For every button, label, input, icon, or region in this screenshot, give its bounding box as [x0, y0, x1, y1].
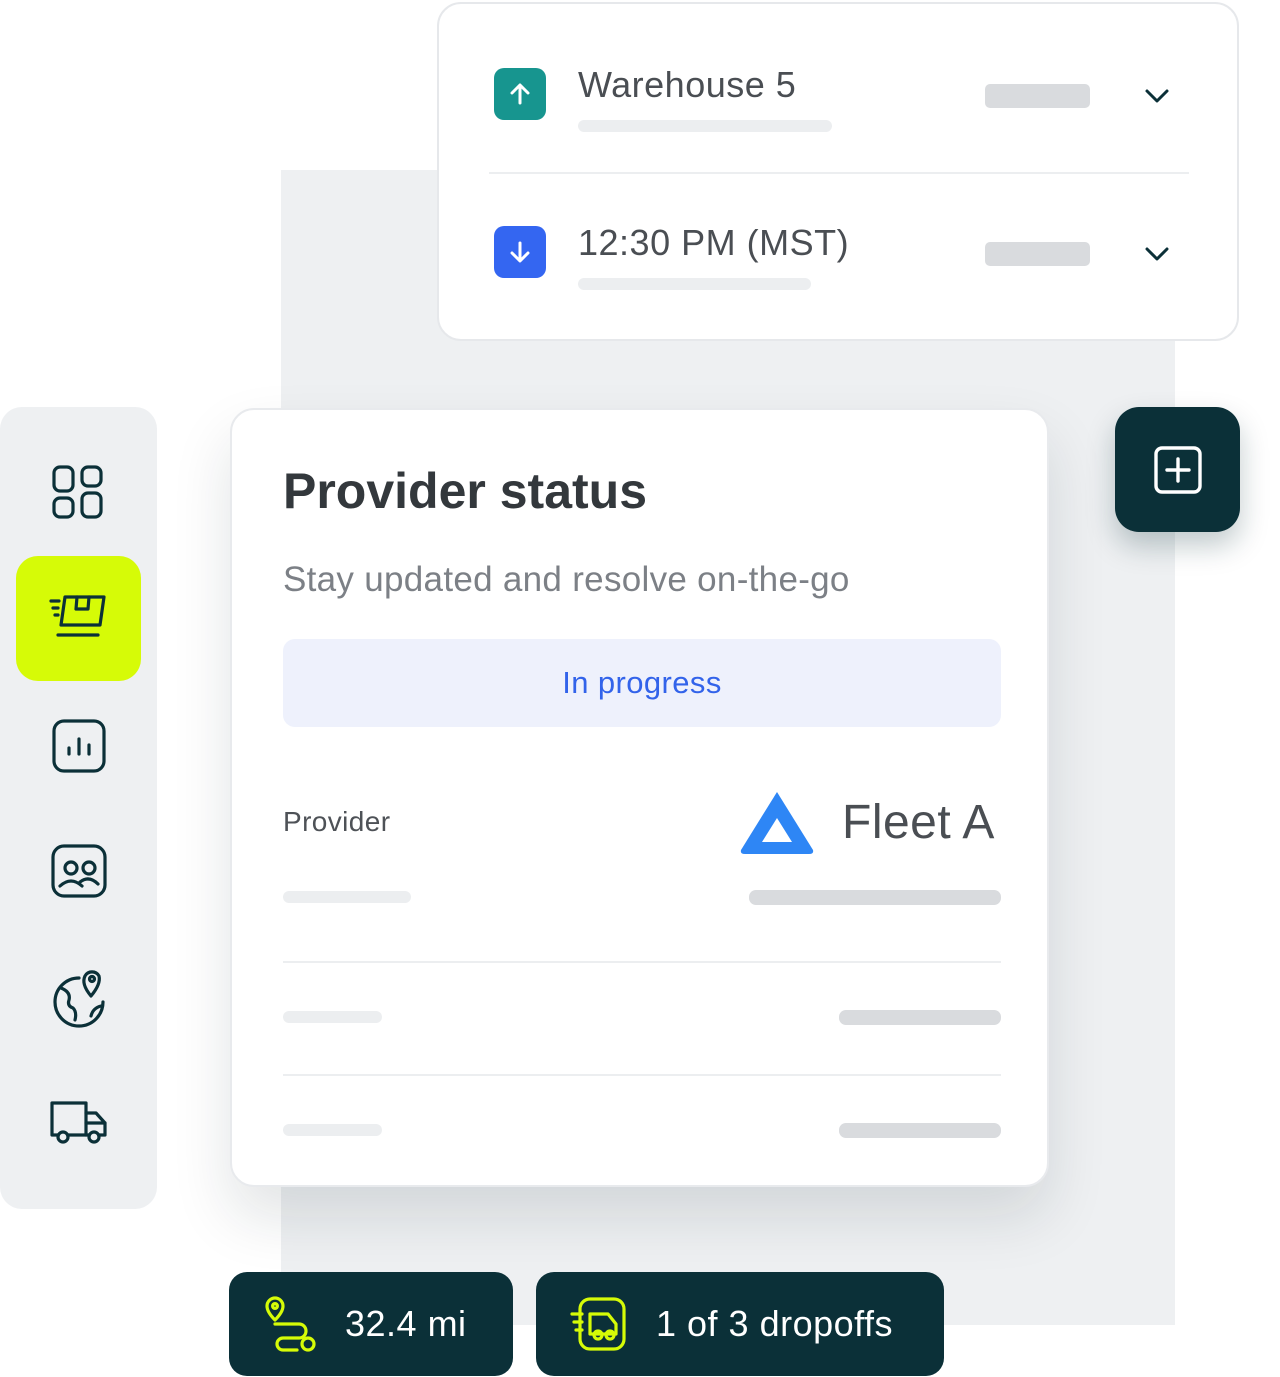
divider [283, 961, 1001, 963]
detail-value-placeholder [749, 890, 1001, 905]
sidebar-item-fleet[interactable] [16, 1059, 141, 1184]
distance-value: 32.4 mi [345, 1303, 467, 1344]
people-icon [50, 843, 107, 898]
status-badge: In progress [283, 639, 1001, 727]
dropoffs-value: 1 of 3 dropoffs [656, 1303, 893, 1344]
dropoffs-chip: 1 of 3 dropoffs [536, 1272, 944, 1376]
sidebar-item-drivers[interactable] [16, 808, 141, 933]
route-icon [265, 1296, 316, 1352]
detail-label-placeholder [283, 1011, 382, 1023]
card-title: Provider status [283, 463, 648, 519]
add-button[interactable] [1115, 407, 1240, 532]
dropoff-value-placeholder [985, 242, 1090, 266]
provider-label: Provider [283, 806, 391, 837]
stop-row-pickup[interactable]: Warehouse 5 [439, 46, 1237, 146]
chevron-down-icon[interactable] [1142, 84, 1172, 108]
dropoff-title: 12:30 PM (MST) [578, 222, 850, 263]
arrow-up-icon [494, 68, 546, 120]
delivery-truck-icon [570, 1297, 626, 1351]
dropoff-subtext-placeholder [578, 278, 811, 290]
pickup-title: Warehouse 5 [578, 64, 797, 105]
distance-chip: 32.4 mi [229, 1272, 513, 1376]
pickup-value-placeholder [985, 84, 1090, 108]
chart-icon [51, 718, 106, 773]
add-square-icon [1153, 445, 1202, 494]
globe-pin-icon [52, 969, 105, 1028]
sidebar-item-dashboard[interactable] [16, 429, 141, 554]
chevron-down-icon[interactable] [1142, 242, 1172, 266]
fleet-a-logo [740, 792, 814, 854]
sidebar-item-analytics[interactable] [16, 683, 141, 808]
divider [489, 172, 1189, 174]
sidebar-item-map[interactable] [16, 934, 141, 1059]
delivery-box-icon [48, 594, 106, 637]
pickup-subtext-placeholder [578, 120, 832, 132]
detail-value-placeholder [839, 1123, 1001, 1138]
divider [283, 1074, 1001, 1076]
detail-label-placeholder [283, 1124, 382, 1136]
route-stops-card: Warehouse 5 12:30 PM (MST) [437, 2, 1239, 341]
detail-label-placeholder [283, 891, 411, 903]
grid-icon [51, 464, 103, 519]
truck-icon [49, 1100, 107, 1144]
card-subtitle: Stay updated and resolve on-the-go [283, 560, 850, 599]
arrow-down-icon [494, 226, 546, 278]
stop-row-dropoff[interactable]: 12:30 PM (MST) [439, 204, 1237, 304]
sidebar-item-deliveries[interactable] [16, 556, 141, 681]
sidebar [0, 407, 157, 1209]
detail-value-placeholder [839, 1010, 1001, 1025]
provider-status-card: Provider status Stay updated and resolve… [230, 408, 1049, 1187]
provider-name: Fleet A [842, 796, 995, 849]
